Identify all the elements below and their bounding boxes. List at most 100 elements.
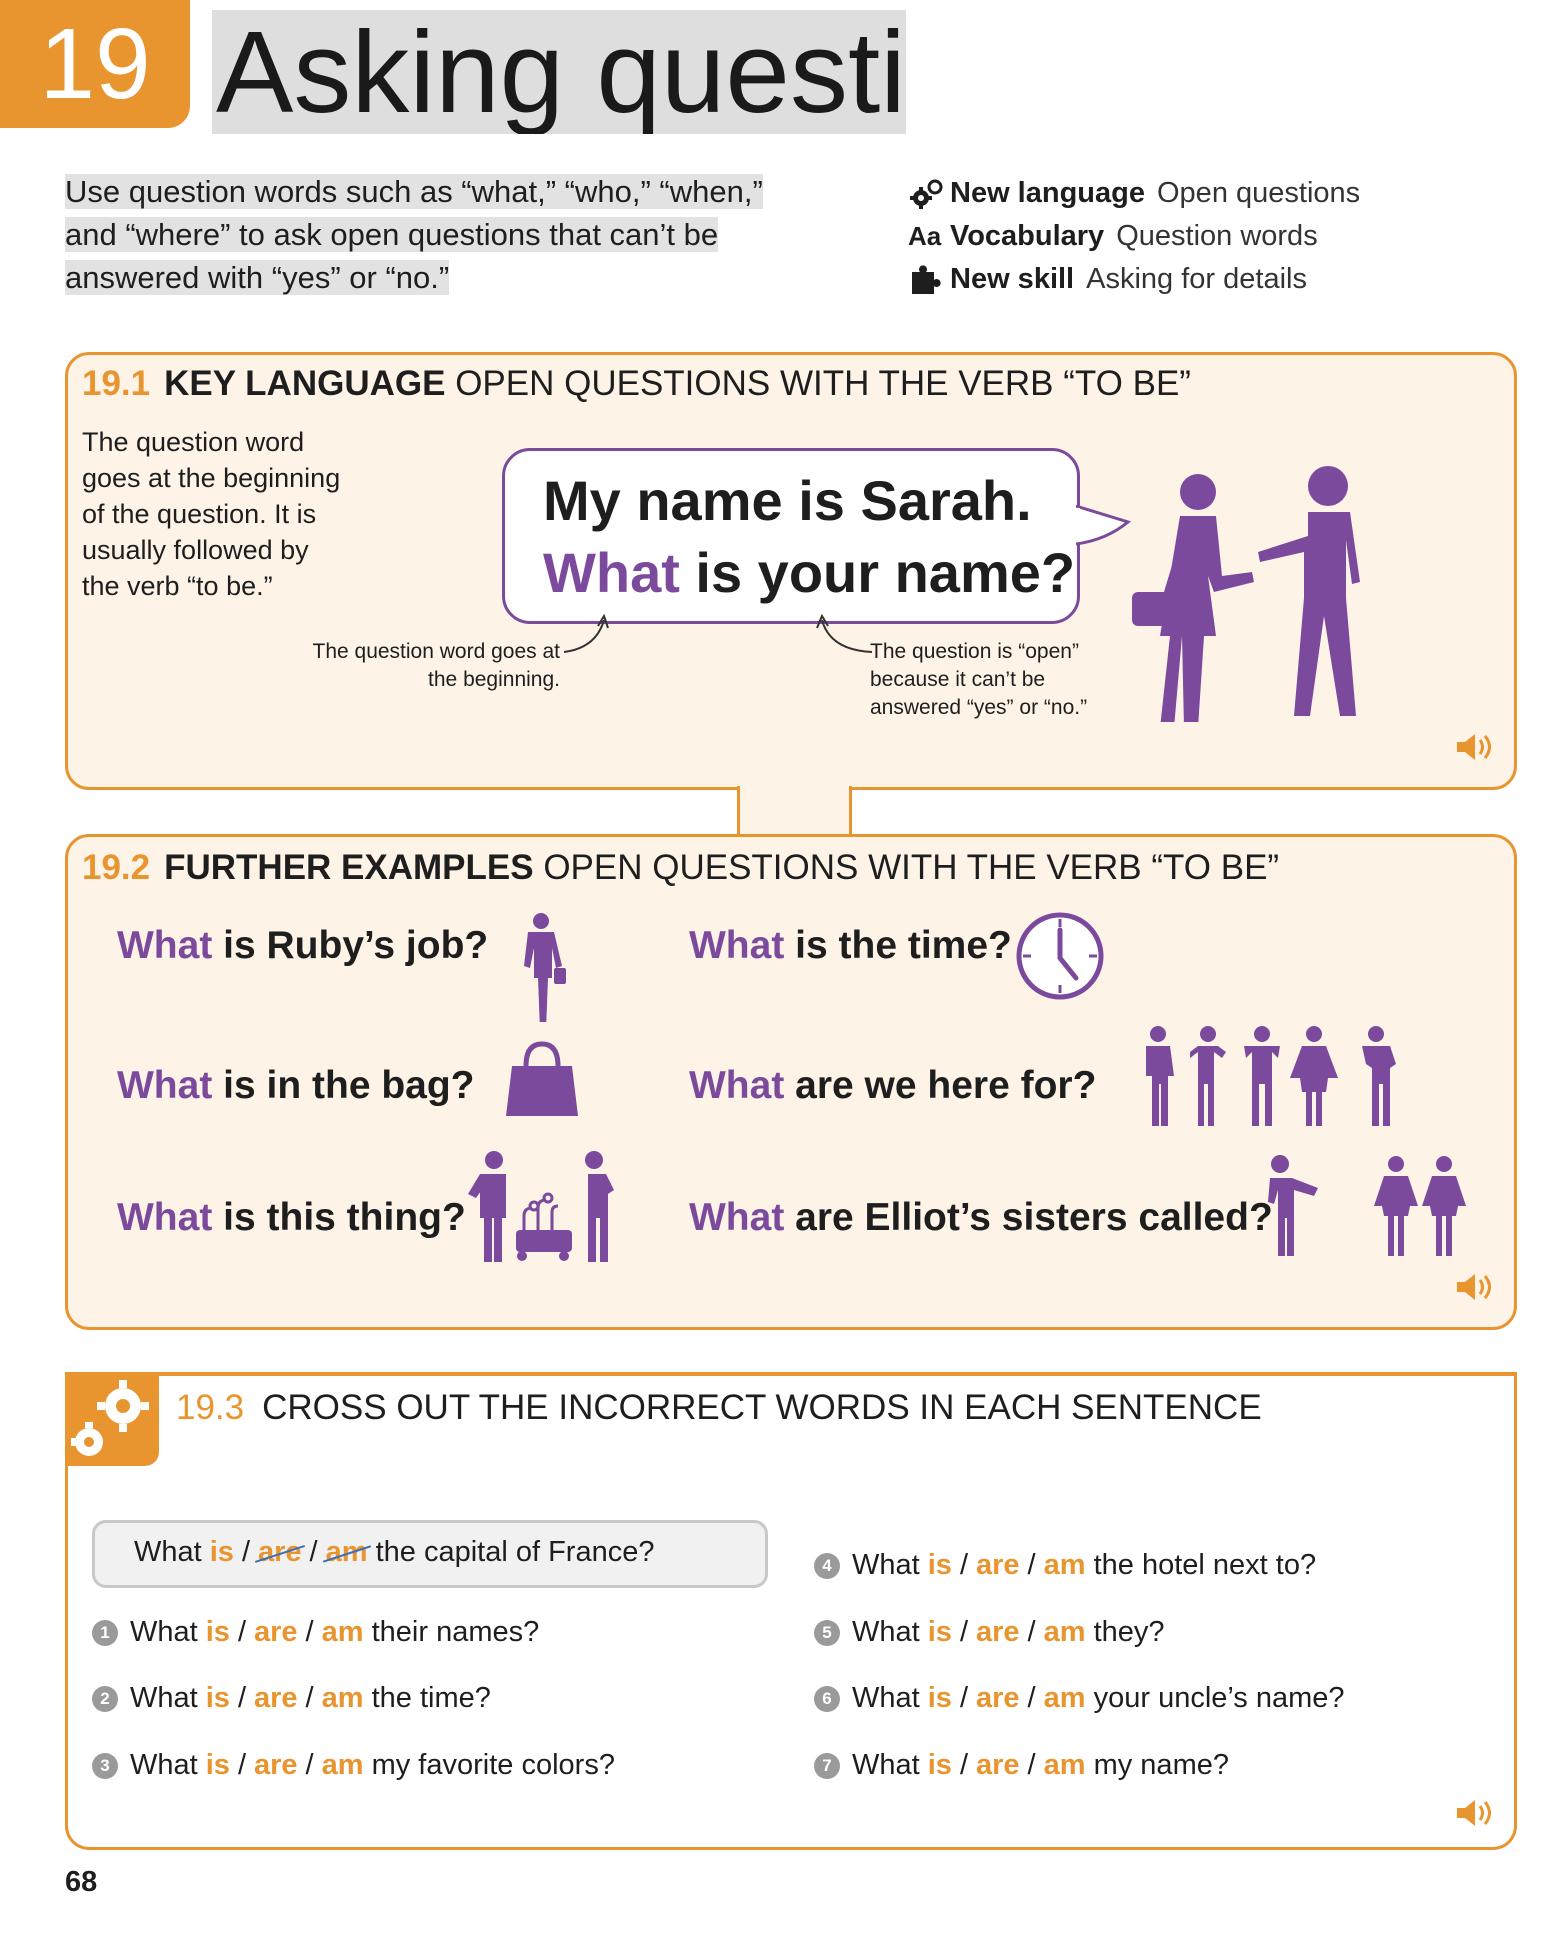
speech-bubble: My name is Sarah. What is your name?	[502, 448, 1080, 624]
section-keyword: KEY LANGUAGE	[164, 364, 446, 403]
exercise-item: 6 What is / are / am your uncle’s name?	[814, 1682, 1345, 1715]
meta-value: Asking for details	[1086, 263, 1307, 295]
option-am-crossed: am	[325, 1536, 368, 1568]
option-is[interactable]: is	[928, 1682, 952, 1715]
bubble-line2-rest: is your name?	[679, 541, 1076, 604]
section-heading: 19.1 KEY LANGUAGE OPEN QUESTIONS WITH THE…	[82, 364, 1191, 404]
meta-key: Vocabulary	[950, 220, 1105, 252]
item-number: 4	[814, 1552, 840, 1579]
audio-icon[interactable]	[1455, 730, 1495, 764]
exercise-item: 4 What is / are / am the hotel next to?	[814, 1549, 1316, 1582]
item-number: 7	[814, 1752, 840, 1779]
sentence-end: the hotel next to?	[1093, 1549, 1317, 1581]
gears-icon	[71, 1380, 149, 1456]
section-title: OPEN QUESTIONS WITH THE VERB “TO BE”	[543, 848, 1280, 887]
section-number: 19.3	[176, 1388, 245, 1427]
intro-text: Use question words such as “what,” “who,…	[65, 170, 785, 299]
example-question: What are Elliot’s sisters called?	[689, 1196, 1273, 1240]
option-am[interactable]: am	[322, 1616, 364, 1649]
option-are-crossed: are	[258, 1536, 302, 1568]
option-am[interactable]: am	[322, 1749, 364, 1782]
section-keyword: FURTHER EXAMPLES	[164, 848, 534, 887]
option-are[interactable]: are	[976, 1682, 1020, 1715]
question-rest: are we here for?	[784, 1064, 1097, 1107]
bubble-tail	[1076, 504, 1132, 546]
exercise-item: 7 What is / are / am my name?	[814, 1749, 1229, 1782]
option-is[interactable]: is	[928, 1749, 952, 1782]
question-rest: is in the bag?	[212, 1064, 475, 1107]
example-question: What is in the bag?	[117, 1064, 475, 1108]
audio-icon[interactable]	[1455, 1270, 1495, 1304]
meta-vocabulary: Aa Vocabulary Question words	[908, 215, 1468, 258]
example-question: What are we here for?	[689, 1064, 1096, 1108]
annotation-right: The question is “open” because it can’t …	[870, 640, 1088, 719]
meta-value: Open questions	[1157, 177, 1361, 209]
option-are[interactable]: are	[976, 1549, 1020, 1582]
option-is[interactable]: is	[928, 1549, 952, 1582]
option-are[interactable]: are	[254, 1616, 298, 1649]
sentence-start: What	[130, 1682, 198, 1714]
section-number: 19.1	[82, 364, 151, 403]
audio-icon[interactable]	[1455, 1796, 1495, 1830]
section-title: CROSS OUT THE INCORRECT WORDS IN EACH SE…	[262, 1388, 1262, 1427]
section-title: OPEN QUESTIONS WITH THE VERB “TO BE”	[455, 364, 1191, 403]
option-is[interactable]: is	[206, 1616, 230, 1649]
question-word: What	[117, 1064, 213, 1107]
man-pointing-at-sisters-icon	[1268, 1155, 1466, 1256]
question-word: What	[689, 1064, 785, 1107]
option-is[interactable]: is	[928, 1616, 952, 1649]
exercise-tab	[65, 1372, 159, 1466]
sentence-start: What	[852, 1682, 920, 1714]
sentence-end: your uncle’s name?	[1093, 1682, 1345, 1714]
item-number: 2	[92, 1685, 118, 1712]
exercise-item: 2 What is / are / am the time?	[92, 1682, 491, 1715]
sentence-end: the capital of France?	[375, 1536, 655, 1568]
item-number: 6	[814, 1685, 840, 1712]
exercise-item: 1 What is / are / am their names?	[92, 1616, 539, 1649]
exercise-item: 3 What is / are / am my favorite colors?	[92, 1749, 615, 1782]
sentence-end: my name?	[1093, 1749, 1229, 1781]
sentence-start: What	[130, 1749, 198, 1781]
option-are[interactable]: are	[976, 1749, 1020, 1782]
people-with-machine-icon	[468, 1151, 614, 1262]
aa-icon: Aa	[908, 221, 942, 251]
option-am[interactable]: am	[1044, 1749, 1086, 1782]
question-rest: is the time?	[784, 924, 1012, 967]
meta-new-skill: New skill Asking for details	[908, 258, 1468, 301]
question-word: What	[689, 924, 785, 967]
sentence-start: What	[852, 1616, 920, 1648]
option-is[interactable]: is	[206, 1682, 230, 1715]
item-number: 5	[814, 1619, 840, 1646]
question-word: What	[689, 1196, 785, 1239]
sentence-start: What	[130, 1616, 198, 1648]
page-title: Asking questions	[212, 10, 906, 134]
option-are[interactable]: are	[254, 1682, 298, 1715]
clock-icon	[1016, 912, 1104, 1000]
businesswoman-icon	[524, 913, 566, 1022]
section-heading: 19.3 CROSS OUT THE INCORRECT WORDS IN EAC…	[176, 1388, 1262, 1428]
question-word: What	[543, 541, 680, 604]
annotation-left: The question word goes at the beginning.	[312, 640, 561, 691]
option-am[interactable]: am	[1044, 1616, 1086, 1649]
option-am[interactable]: am	[1044, 1549, 1086, 1582]
sentence-end: they?	[1093, 1616, 1165, 1648]
option-am[interactable]: am	[1044, 1682, 1086, 1715]
sentence-start: What	[852, 1749, 920, 1781]
example-question: What is this thing?	[117, 1196, 466, 1240]
bubble-line2: What is your name?	[543, 537, 1077, 609]
meta-info: New language Open questions Aa Vocabular…	[908, 172, 1468, 301]
option-are[interactable]: are	[254, 1749, 298, 1782]
question-word: What	[117, 924, 213, 967]
group-of-people-icon	[1146, 1026, 1396, 1126]
intro-text-span: Use question words such as “what,” “who,…	[65, 174, 763, 295]
option-am[interactable]: am	[322, 1682, 364, 1715]
example-sentence: What is / are / am the capital of France?	[134, 1536, 655, 1568]
sentence-start: What	[134, 1536, 202, 1568]
option-are[interactable]: are	[976, 1616, 1020, 1649]
sentence-end: their names?	[371, 1616, 540, 1648]
meta-value: Question words	[1116, 220, 1318, 252]
option-is[interactable]: is	[206, 1749, 230, 1782]
puzzle-icon	[908, 264, 950, 296]
handshake-people-icon	[1132, 466, 1360, 722]
panel-connector	[737, 786, 852, 838]
